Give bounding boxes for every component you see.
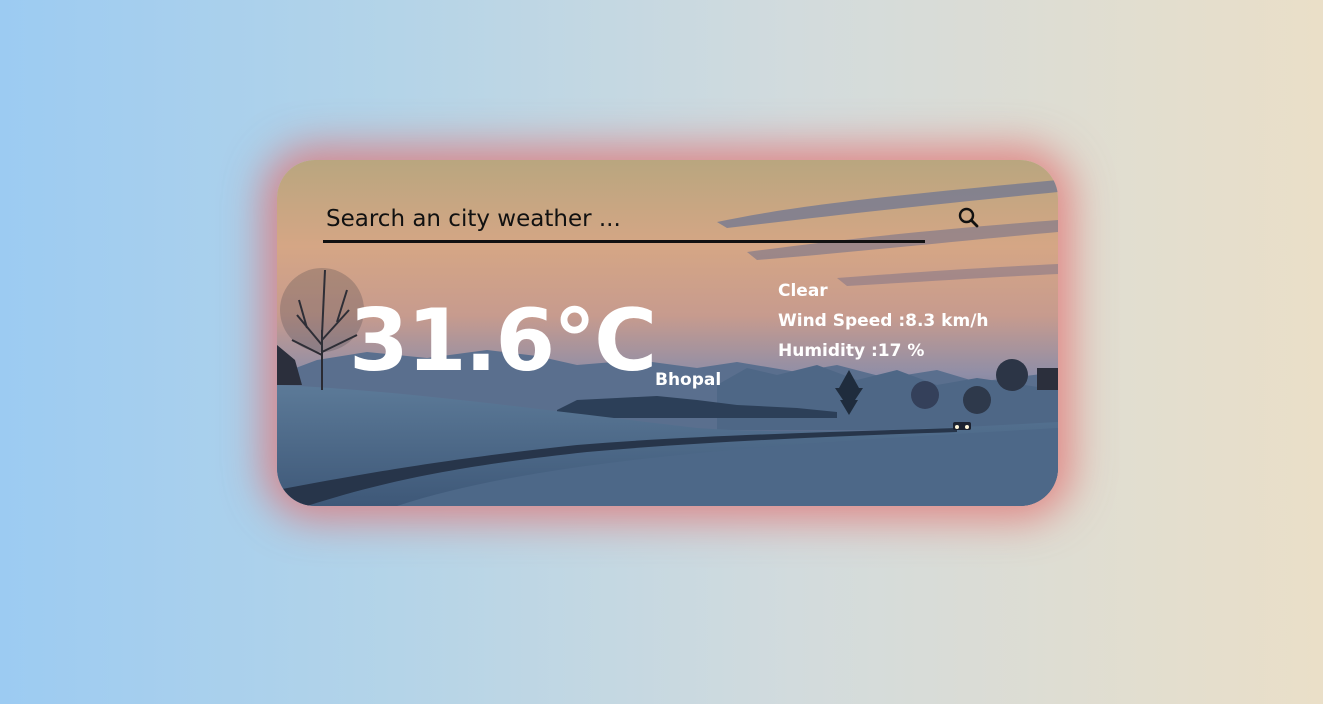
wind-speed: Wind Speed :8.3 km/h [778, 306, 989, 336]
search-input[interactable] [323, 200, 925, 238]
wind-speed-label: Wind Speed : [778, 311, 906, 331]
humidity-value: 17 % [877, 341, 925, 361]
weather-details: Clear Wind Speed :8.3 km/h Humidity :17 … [778, 276, 989, 366]
city-name: Bhopal [655, 370, 722, 390]
humidity: Humidity :17 % [778, 336, 989, 366]
humidity-label: Humidity : [778, 341, 878, 361]
search-bar [323, 200, 925, 243]
search-icon [958, 207, 979, 228]
weather-card: 31.6°C Bhopal Clear Wind Speed :8.3 km/h… [277, 160, 1058, 506]
wind-speed-value: 8.3 km/h [905, 311, 989, 331]
search-button[interactable] [955, 204, 983, 232]
weather-condition: Clear [778, 281, 828, 301]
temperature-value: 31.6°C [349, 291, 657, 391]
